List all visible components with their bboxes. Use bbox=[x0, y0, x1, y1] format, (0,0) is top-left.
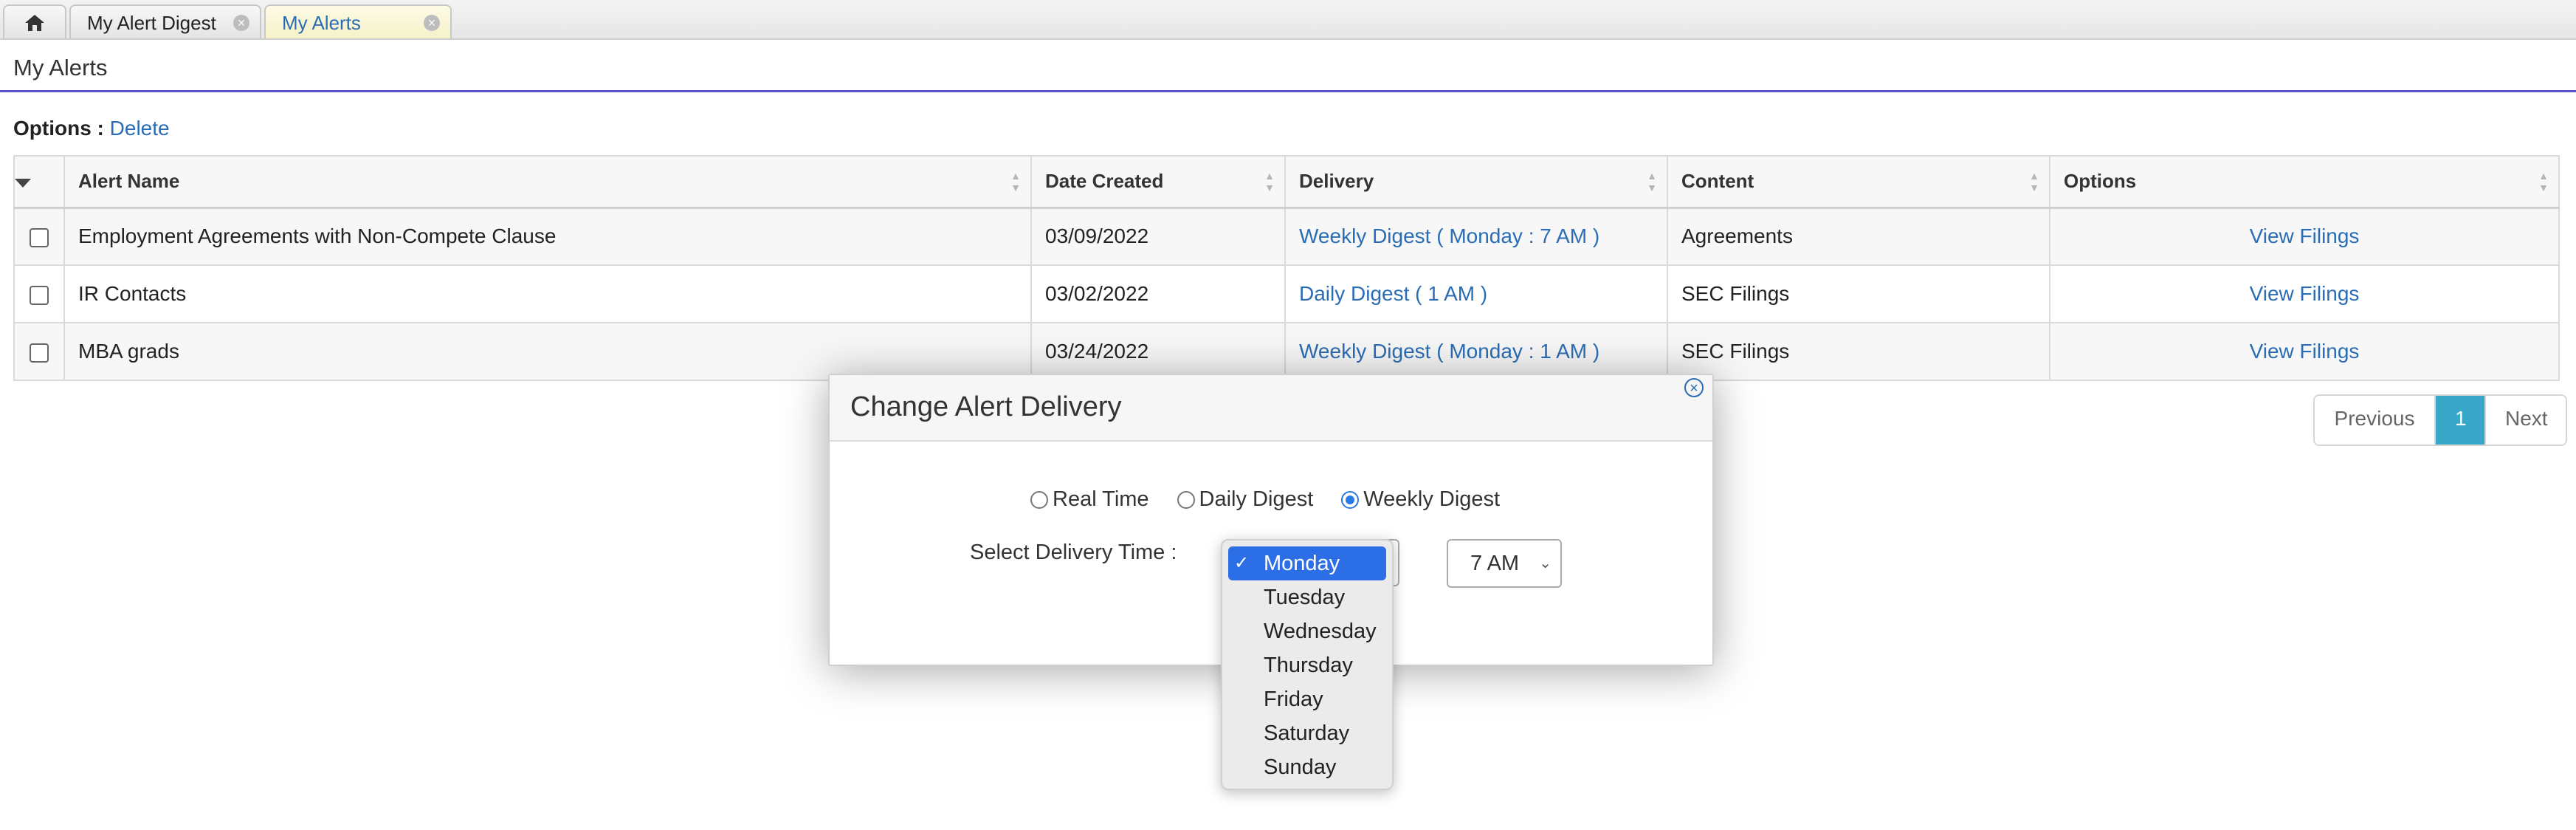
sort-icon: ▲ ▼ bbox=[1264, 170, 1275, 193]
delivery-link[interactable]: Daily Digest ( 1 AM ) bbox=[1299, 282, 1487, 305]
radio-button-selected[interactable] bbox=[1341, 490, 1360, 509]
content: Agreements bbox=[1667, 207, 2050, 266]
tab-label: My Alerts bbox=[282, 12, 361, 34]
content: SEC Filings bbox=[1667, 264, 2050, 323]
sort-icon: ▲ ▼ bbox=[1010, 170, 1021, 193]
pagination: Previous 1 Next bbox=[2313, 394, 2567, 446]
previous-button[interactable]: Previous bbox=[2315, 396, 2436, 445]
day-option-wednesday[interactable]: Wednesday bbox=[1228, 614, 1386, 648]
close-icon[interactable]: × bbox=[1684, 378, 1704, 397]
alert-name: MBA grads bbox=[63, 322, 1032, 381]
table-row: IR Contacts 03/02/2022 Daily Digest ( 1 … bbox=[13, 264, 2560, 323]
dialog-header: Change Alert Delivery × bbox=[830, 375, 1712, 442]
column-header-content[interactable]: Content ▲ ▼ bbox=[1667, 155, 2050, 209]
table-row: MBA grads 03/24/2022 Weekly Digest ( Mon… bbox=[13, 322, 2560, 381]
tab-label: My Alert Digest bbox=[87, 12, 216, 34]
close-icon[interactable]: × bbox=[233, 15, 249, 31]
time-select[interactable]: 7 AM ⌄ bbox=[1447, 539, 1562, 588]
sort-icon: ▲ ▼ bbox=[2538, 170, 2549, 193]
caret-down-icon bbox=[15, 179, 31, 188]
day-option-monday[interactable]: ✓ Monday bbox=[1228, 546, 1386, 580]
select-all-dropdown[interactable] bbox=[13, 155, 65, 209]
day-option-friday[interactable]: Friday bbox=[1228, 682, 1386, 716]
row-checkbox[interactable] bbox=[30, 285, 49, 305]
column-header-date-created[interactable]: Date Created ▲ ▼ bbox=[1030, 155, 1286, 209]
delivery-link[interactable]: Weekly Digest ( Monday : 1 AM ) bbox=[1299, 340, 1599, 363]
delete-link[interactable]: Delete bbox=[110, 117, 170, 140]
day-option-saturday[interactable]: Saturday bbox=[1228, 716, 1386, 750]
day-option-tuesday[interactable]: Tuesday bbox=[1228, 580, 1386, 614]
view-filings-link[interactable]: View Filings bbox=[2250, 224, 2360, 247]
column-header-options[interactable]: Options ▲ ▼ bbox=[2049, 155, 2560, 209]
alert-name: IR Contacts bbox=[63, 264, 1032, 323]
close-icon[interactable]: × bbox=[424, 15, 440, 31]
options-bar: Options : Delete bbox=[13, 117, 170, 140]
column-header-delivery[interactable]: Delivery ▲ ▼ bbox=[1284, 155, 1668, 209]
page-1-button[interactable]: 1 bbox=[2436, 396, 2484, 445]
radio-button[interactable] bbox=[1177, 490, 1195, 509]
tab-my-alerts[interactable]: My Alerts × bbox=[264, 4, 452, 38]
tab-my-alert-digest[interactable]: My Alert Digest × bbox=[69, 4, 261, 38]
radio-button[interactable] bbox=[1030, 490, 1048, 509]
dialog-title: Change Alert Delivery bbox=[850, 391, 1122, 422]
delivery-type-radios: Real Time Daily Digest Weekly Digest bbox=[1030, 487, 1515, 512]
day-dropdown-list: ✓ Monday Tuesday Wednesday Thursday Frid… bbox=[1221, 539, 1394, 790]
radio-daily-digest[interactable]: Daily Digest bbox=[1177, 487, 1313, 512]
day-option-sunday[interactable]: Sunday bbox=[1228, 750, 1386, 784]
chevron-down-icon: ⌄ bbox=[1539, 555, 1552, 572]
options-label: Options : bbox=[13, 117, 104, 140]
view-filings-link[interactable]: View Filings bbox=[2250, 282, 2360, 305]
home-icon bbox=[25, 15, 44, 31]
tab-home[interactable] bbox=[3, 4, 66, 38]
radio-weekly-digest[interactable]: Weekly Digest bbox=[1341, 487, 1500, 512]
view-filings-link[interactable]: View Filings bbox=[2250, 340, 2360, 363]
divider bbox=[0, 90, 2576, 92]
content: SEC Filings bbox=[1667, 322, 2050, 381]
delivery-time-label: Select Delivery Time : bbox=[970, 541, 1177, 564]
row-checkbox[interactable] bbox=[30, 343, 49, 363]
date-created: 03/24/2022 bbox=[1030, 322, 1286, 381]
day-option-thursday[interactable]: Thursday bbox=[1228, 648, 1386, 682]
alerts-table: Alert Name ▲ ▼ Date Created ▲ ▼ Delivery ▲… bbox=[13, 155, 2560, 381]
row-checkbox[interactable] bbox=[30, 227, 49, 247]
radio-real-time[interactable]: Real Time bbox=[1030, 487, 1149, 512]
page-title: My Alerts bbox=[13, 55, 108, 80]
tab-bar: My Alert Digest × My Alerts × bbox=[0, 0, 2576, 40]
column-header-alert-name[interactable]: Alert Name ▲ ▼ bbox=[63, 155, 1032, 209]
sort-icon: ▲ ▼ bbox=[1647, 170, 1657, 193]
date-created: 03/09/2022 bbox=[1030, 207, 1286, 266]
alert-name: Employment Agreements with Non-Compete C… bbox=[63, 207, 1032, 266]
sort-icon: ▲ ▼ bbox=[2029, 170, 2039, 193]
date-created: 03/02/2022 bbox=[1030, 264, 1286, 323]
delivery-link[interactable]: Weekly Digest ( Monday : 7 AM ) bbox=[1299, 224, 1599, 247]
checkmark-icon: ✓ bbox=[1234, 553, 1250, 573]
next-button[interactable]: Next bbox=[2484, 396, 2566, 445]
table-row: Employment Agreements with Non-Compete C… bbox=[13, 207, 2560, 266]
